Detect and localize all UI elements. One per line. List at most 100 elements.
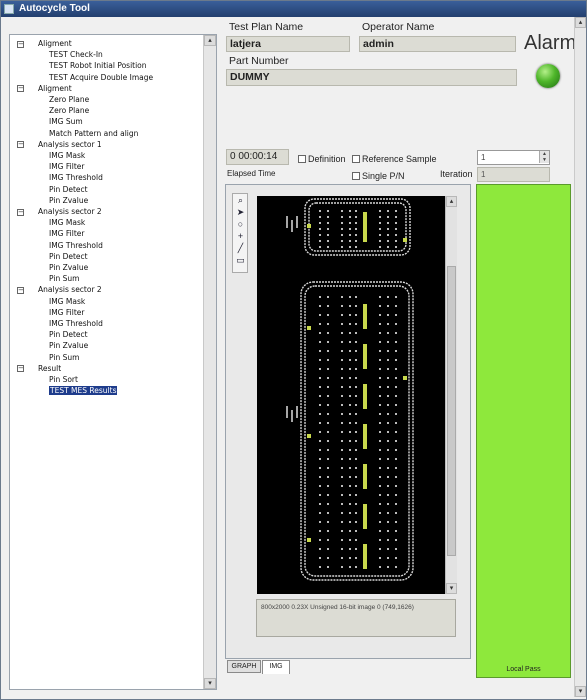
collapse-icon[interactable]: − — [17, 208, 24, 216]
pin-dot — [327, 216, 329, 218]
pin-dot — [355, 539, 357, 541]
pin-dot — [395, 548, 397, 550]
pin-dot — [327, 413, 329, 415]
collapse-icon[interactable]: − — [17, 141, 24, 149]
image-scroll-up-icon[interactable]: ▴ — [446, 196, 457, 207]
tree-item-label: Pin Detect — [49, 251, 88, 261]
tree-group[interactable]: Result — [38, 364, 61, 374]
tree-scrollbar[interactable]: ▴ ▾ — [203, 35, 216, 689]
tree-item[interactable]: Pin Detect — [49, 330, 88, 340]
tree-item[interactable]: Match Pattern and align — [49, 129, 138, 139]
window-scrollbar[interactable]: ▴ ▾ — [574, 17, 586, 697]
pin-dot — [341, 521, 343, 523]
tree-item[interactable]: Pin Sum — [49, 274, 79, 284]
window-scroll-up-icon[interactable]: ▴ — [575, 17, 586, 28]
tree-group[interactable]: Aligment — [38, 84, 72, 94]
tree-item[interactable]: IMG Mask — [49, 297, 85, 307]
pin-dot — [341, 350, 343, 352]
tree-item[interactable]: Pin Detect — [49, 185, 88, 195]
tree-item[interactable]: TEST Acquire Double Image — [49, 73, 153, 83]
window-scroll-down-icon[interactable]: ▾ — [575, 686, 586, 697]
pin-dot — [379, 395, 381, 397]
pin-dot — [387, 246, 389, 248]
pin-dot — [395, 228, 397, 230]
reference-sample-checkbox[interactable] — [352, 155, 360, 163]
tree-item-label: IMG Threshold — [49, 240, 103, 250]
pin-dot — [355, 413, 357, 415]
tree-item[interactable]: Pin Sum — [49, 353, 79, 363]
tree-item[interactable]: Pin Detect — [49, 252, 88, 262]
tree-item[interactable]: Pin Zvalue — [49, 341, 88, 351]
tree-item[interactable]: IMG Filter — [49, 162, 84, 172]
line-icon[interactable]: ╱ — [235, 243, 246, 254]
pin-dot — [327, 341, 329, 343]
collapse-icon[interactable]: − — [17, 85, 24, 93]
scroll-down-icon[interactable]: ▾ — [204, 678, 216, 689]
tree-item[interactable]: IMG Sum — [49, 117, 83, 127]
pin-dot — [395, 240, 397, 242]
iteration-spinner[interactable]: 1 ▲ ▼ — [477, 150, 550, 165]
tree-item[interactable]: IMG Mask — [49, 218, 85, 228]
tree-item[interactable]: Zero Plane — [49, 95, 89, 105]
rectangle-icon[interactable]: ▭ — [235, 255, 246, 266]
crosshair-icon[interactable]: + — [235, 231, 246, 242]
collapse-icon[interactable]: − — [17, 40, 24, 48]
single-pn-checkbox[interactable] — [352, 172, 360, 180]
window-title: Autocycle Tool — [19, 3, 90, 14]
pin-dot — [395, 530, 397, 532]
tree-item[interactable]: IMG Filter — [49, 229, 84, 239]
spin-down-icon[interactable]: ▼ — [539, 157, 549, 163]
tree-group[interactable]: Analysis sector 1 — [38, 140, 102, 150]
magnifier-icon[interactable]: ⌕ — [235, 195, 246, 206]
tree-item[interactable]: Pin Zvalue — [49, 196, 88, 206]
operator-field[interactable]: admin — [359, 36, 516, 52]
pin-dot — [341, 566, 343, 568]
tree-item[interactable]: IMG Threshold — [49, 241, 103, 251]
definition-label: Definition — [308, 154, 346, 164]
tab-img[interactable]: IMG — [262, 660, 290, 674]
pin-dot — [327, 404, 329, 406]
tree-item[interactable]: IMG Mask — [49, 151, 85, 161]
tab-graph[interactable]: GRAPH — [227, 660, 261, 673]
tree-item[interactable]: IMG Filter — [49, 308, 84, 318]
tree-item[interactable]: Pin Sort — [49, 375, 78, 385]
pin-dot — [319, 512, 321, 514]
scroll-up-icon[interactable]: ▴ — [204, 35, 216, 46]
tree-item[interactable]: Zero Plane — [49, 106, 89, 116]
pin-dot — [387, 476, 389, 478]
tree-group[interactable]: Analysis sector 2 — [38, 207, 102, 217]
pin-dot — [349, 521, 351, 523]
collapse-icon[interactable]: − — [17, 365, 24, 373]
pin-dot — [395, 494, 397, 496]
tree-item[interactable]: TEST Check-In — [49, 50, 103, 60]
pin-dot — [319, 395, 321, 397]
tree-item[interactable]: IMG Threshold — [49, 173, 103, 183]
pin-dot — [319, 440, 321, 442]
tree-group[interactable]: Aligment — [38, 39, 72, 49]
tree-item[interactable]: IMG Threshold — [49, 319, 103, 329]
test-sequence-tree[interactable]: − Aligment TEST Check-In TEST Robot Initial… — [9, 34, 217, 690]
test-plan-field[interactable]: latjera — [226, 36, 350, 52]
pointer-icon[interactable]: ➤ — [235, 207, 246, 218]
pin-dot — [395, 395, 397, 397]
tree-item-label: Match Pattern and align — [49, 128, 139, 138]
collapse-icon[interactable]: − — [17, 286, 24, 294]
pin-dot — [327, 377, 329, 379]
part-number-field[interactable]: DUMMY — [226, 69, 517, 86]
pin-dot — [349, 458, 351, 460]
image-scroll-thumb[interactable] — [447, 266, 456, 556]
tree-group[interactable]: Analysis sector 2 — [38, 285, 102, 295]
tree-item[interactable]: Pin Zvalue — [49, 263, 88, 273]
circle-icon[interactable]: ○ — [235, 219, 246, 230]
pin-dot — [379, 216, 381, 218]
definition-checkbox[interactable] — [298, 155, 306, 163]
tree-item[interactable]: TEST MES Results — [49, 386, 118, 396]
tree-item-label: TEST Robot Initial Position — [49, 61, 147, 71]
pin-dot — [319, 413, 321, 415]
pin-dot — [319, 485, 321, 487]
image-scroll-down-icon[interactable]: ▾ — [446, 583, 457, 594]
image-scrollbar[interactable]: ▴ ▾ — [445, 196, 457, 594]
tree-item[interactable]: TEST Robot Initial Position — [49, 61, 147, 71]
pin-dot — [341, 377, 343, 379]
connector-image[interactable] — [257, 196, 445, 594]
